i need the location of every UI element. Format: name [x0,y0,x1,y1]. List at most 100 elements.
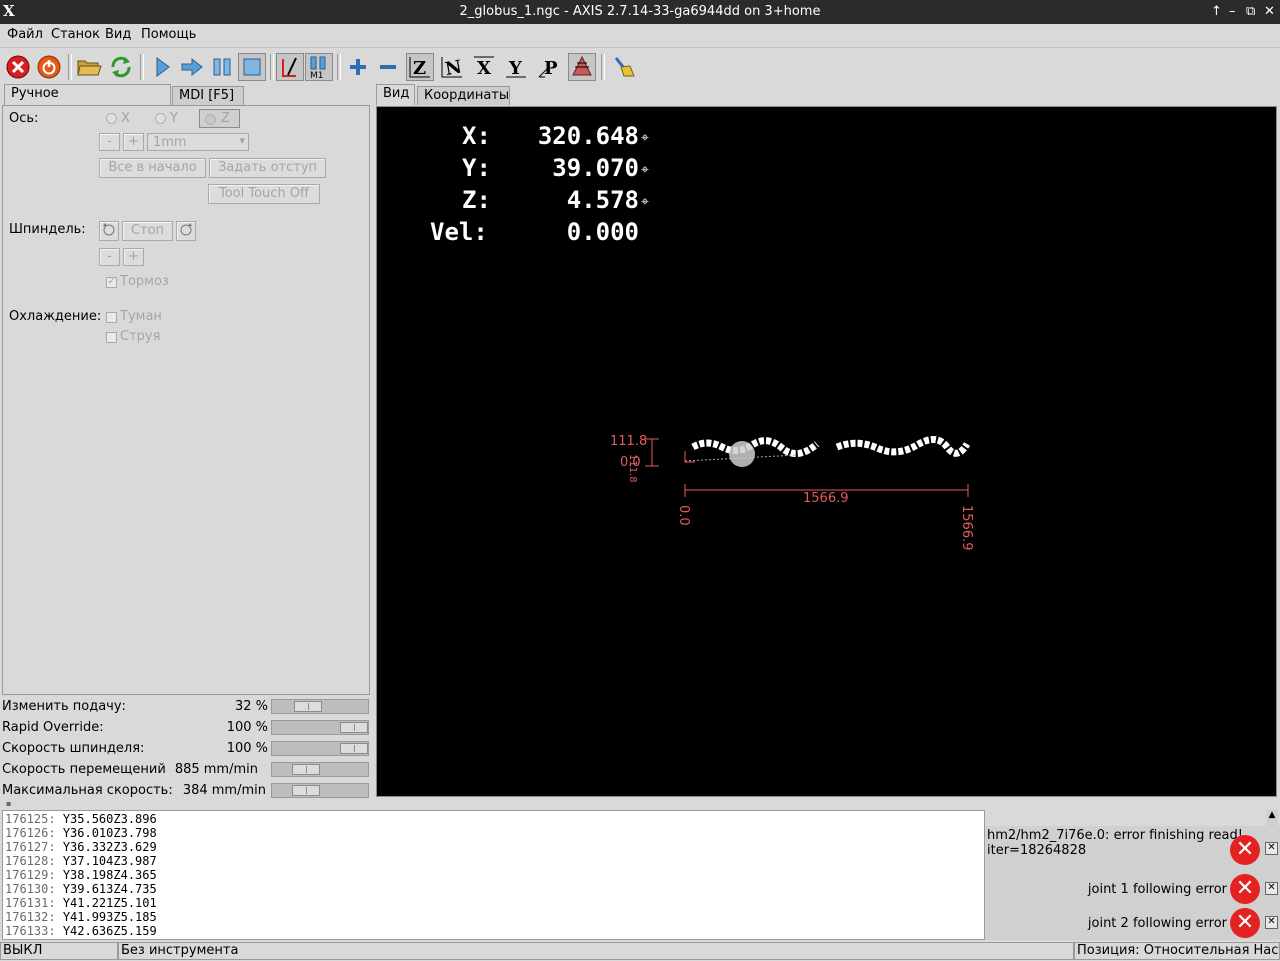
slider-thumb[interactable] [292,785,320,796]
svg-text:Y: Y [508,58,523,79]
slider-thumb[interactable] [294,701,322,712]
slider-thumb[interactable] [340,743,368,754]
gcode-line-code: Y36.010Z3.798 [62,826,157,840]
increment-select[interactable]: 1mm ▾ [147,133,249,151]
reload-icon[interactable] [107,53,135,81]
gcode-line[interactable]: 176125: Y35.560Z3.896 [5,812,157,826]
maximize-icon[interactable]: ⧉ [1246,4,1255,19]
flood-checkbox[interactable] [106,332,117,343]
error-message-3: joint 2 following error [1087,916,1227,931]
toolbar-separator [140,54,144,80]
touch-off-button[interactable]: Задать отступ [209,158,326,178]
axis-z-radio[interactable] [205,114,216,125]
menu-view[interactable]: Вид [105,27,131,42]
pause-icon[interactable] [208,53,236,81]
spindle-override-slider[interactable] [271,741,369,756]
toolpath-canvas [645,436,971,497]
toolpath-preview[interactable]: X: 320.648 ⌖ Y: 39.070 ⌖ Z: 4.578 ⌖ Vel:… [376,106,1277,797]
gcode-line[interactable]: 176129: Y38.198Z4.365 [5,868,157,882]
close-error-1-icon[interactable]: ✕ [1265,842,1278,855]
view-z-icon[interactable]: Z [406,53,434,81]
step-icon[interactable] [178,53,206,81]
right-tab-bar: Вид Координаты [376,84,576,105]
max-velocity-slider[interactable] [271,783,369,798]
pane-splitter-handle[interactable]: ▪ [6,799,11,808]
zoom-in-icon[interactable] [344,53,372,81]
overrides-panel: Изменить подачу: 32 % Rapid Override: 10… [0,697,372,802]
spindle-minus-button[interactable]: - [99,248,120,266]
axis-x-radio[interactable] [106,113,117,124]
gcode-line-code: Y42.636Z5.159 [62,924,157,938]
close-error-3-icon[interactable]: ✕ [1265,916,1278,929]
clear-plot-icon[interactable] [610,53,638,81]
view-p-icon[interactable]: P [535,53,563,81]
gcode-line-code: Y39.613Z4.735 [62,882,157,896]
gcode-line[interactable]: 176132: Y41.993Z5.185 [5,910,157,924]
tab-mdi[interactable]: MDI [F5] [172,86,244,105]
left-tab-bar: Ручное управление·[F3] MDI [F5] [4,84,374,119]
gcode-listing[interactable]: 176125: Y35.560Z3.896 176126: Y36.010Z3.7… [2,810,985,940]
svg-text:N: N [444,56,464,79]
menu-help[interactable]: Помощь [141,27,196,42]
slider-thumb[interactable] [292,764,320,775]
optional-stop-icon[interactable]: M1 [305,53,333,81]
gcode-line[interactable]: 176128: Y37.104Z3.987 [5,854,157,868]
tab-coordinates[interactable]: Координаты [417,86,510,105]
brake-checkbox[interactable]: ✓ [106,277,117,288]
machine-state: ВЫКЛ [0,942,118,960]
toolbar-separator [601,54,605,80]
gcode-line-number: 176131: [5,896,56,910]
gcode-line[interactable]: 176131: Y41.221Z5.101 [5,896,157,910]
rapid-override-slider[interactable] [271,720,369,735]
mist-checkbox[interactable] [106,312,117,323]
gcode-line[interactable]: 176130: Y39.613Z4.735 [5,882,157,896]
gcode-line-number: 176130: [5,882,56,896]
gcode-line[interactable]: 176133: Y42.636Z5.159 [5,924,157,938]
close-window-icon[interactable]: ✕ [1264,4,1275,19]
tool-touch-off-button[interactable]: Tool Touch Off [208,184,320,204]
feed-override-slider[interactable] [271,699,369,714]
spindle-plus-button[interactable]: + [123,248,144,266]
jog-plus-button[interactable]: + [123,133,144,151]
spindle-override-label: Скорость шпинделя: [2,741,145,756]
dim-y-span: 111.8 [627,454,638,483]
axis-z-selected[interactable]: Z [199,109,240,128]
gcode-line-number: 176129: [5,868,56,882]
spindle-cw-button[interactable] [176,221,196,241]
view-y-icon[interactable]: Y [502,53,530,81]
open-file-icon[interactable] [75,53,103,81]
estop-icon[interactable] [4,53,32,81]
spindle-stop-button[interactable]: Стоп [122,221,173,241]
shade-icon[interactable]: ↑ [1211,4,1222,19]
gcode-line[interactable]: 176127: Y36.332Z3.629 [5,840,157,854]
scroll-up-icon[interactable]: ▲ [1266,810,1278,826]
gcode-line[interactable]: 176126: Y36.010Z3.798 [5,826,157,840]
view-z2-icon[interactable]: N [438,53,466,81]
coolant-label: Охлаждение: [9,309,102,324]
tab-manual[interactable]: Ручное управление·[F3] [4,84,171,119]
stop-icon[interactable] [238,53,266,81]
jog-minus-button[interactable]: - [99,133,120,151]
gcode-line-number: 176132: [5,910,56,924]
run-icon[interactable] [148,53,176,81]
toggle-plot-icon[interactable] [568,53,596,81]
zoom-out-icon[interactable] [374,53,402,81]
block-delete-icon[interactable] [276,53,304,81]
axis-y-radio[interactable] [155,113,166,124]
gcode-line-code: Y38.198Z4.365 [62,868,157,882]
view-x-icon[interactable]: X [470,53,498,81]
home-all-button[interactable]: Все в начало [99,158,206,178]
menu-file[interactable]: Файл [7,27,43,42]
chevron-down-icon: ▾ [239,134,245,147]
close-error-2-icon[interactable]: ✕ [1265,882,1278,895]
tab-preview[interactable]: Вид [376,84,415,105]
error-notifications: hm2/hm2_7i76e.0: error finishing read! i… [985,826,1280,940]
minimize-icon[interactable]: – [1229,4,1236,19]
power-icon[interactable] [35,53,63,81]
slider-thumb[interactable] [340,722,368,733]
jog-speed-slider[interactable] [271,762,369,777]
error-message-1: hm2/hm2_7i76e.0: error finishing read! i… [987,828,1243,858]
spindle-ccw-button[interactable] [99,221,119,241]
spindle-label: Шпиндель: [9,222,86,237]
menu-machine[interactable]: Станок [51,27,100,42]
